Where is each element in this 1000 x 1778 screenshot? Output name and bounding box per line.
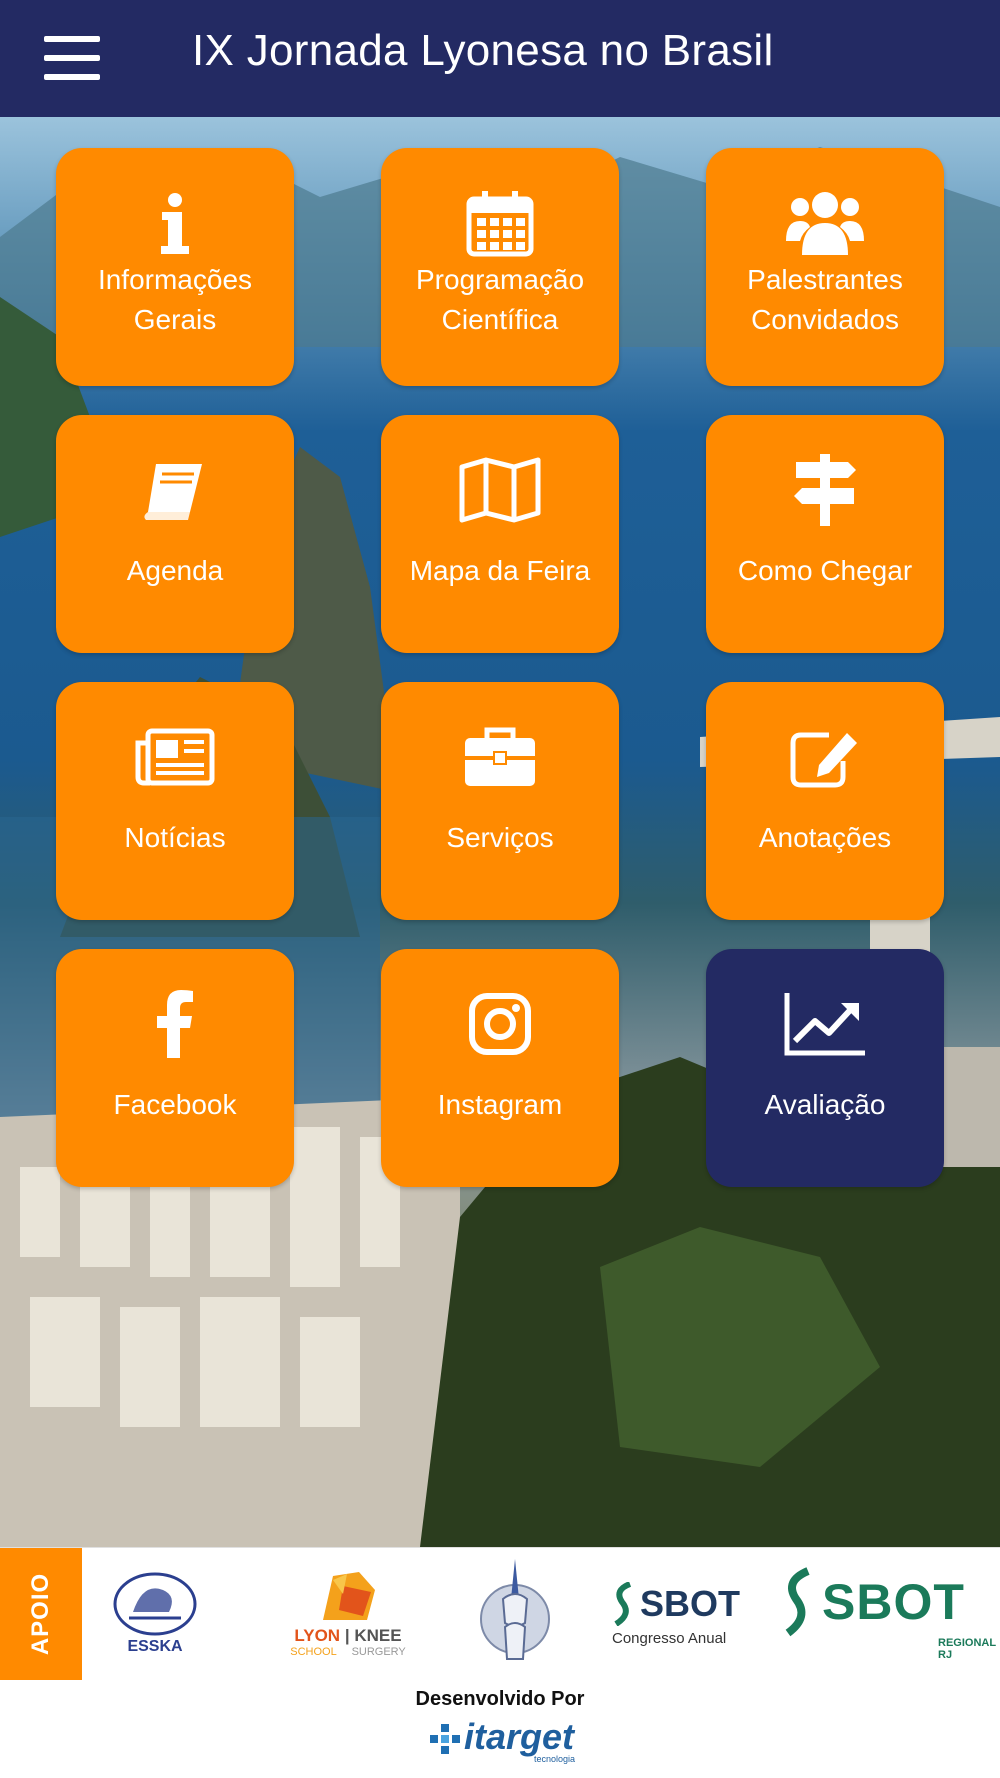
tile-label: Programação Científica (415, 264, 585, 335)
tile-anotacoes[interactable]: Anotações (706, 682, 944, 920)
sbot-swoosh-icon (785, 1567, 810, 1637)
tile-label: Anotações (758, 822, 892, 853)
tile-label: Informações Gerais (97, 264, 253, 335)
tile-label: Palestrantes Convidados (747, 264, 903, 335)
edit-icon (706, 720, 944, 794)
tile-label: Avaliação (764, 1089, 886, 1120)
lion-head-icon (323, 1572, 375, 1620)
logo-lyon-school[interactable]: LYON | KNEE SCHOOL SURGERY (268, 1556, 428, 1672)
tile-label: Serviços (446, 822, 554, 853)
map-icon (381, 453, 619, 527)
logo-sbot-regional[interactable]: SBOT REGIONAL RJ (782, 1556, 996, 1672)
tile-label: Notícias (124, 822, 226, 853)
tile-servicos[interactable]: Serviços (381, 682, 619, 920)
tile-como-chegar[interactable]: Como Chegar (706, 415, 944, 653)
tile-programacao-cientifica[interactable]: Programação Científica (381, 148, 619, 386)
hamburger-menu-icon[interactable] (38, 32, 108, 84)
calendar-icon (381, 186, 619, 260)
tile-avaliacao[interactable]: Avaliação (706, 949, 944, 1187)
knee-joint-icon (480, 1559, 550, 1660)
knee-text: KNEE (354, 1626, 402, 1645)
tile-facebook[interactable]: Facebook (56, 949, 294, 1187)
tile-label: Agenda (126, 555, 224, 586)
info-icon (56, 186, 294, 260)
sbot-swoosh-icon (614, 1581, 632, 1626)
itarget-symbol-icon (430, 1724, 460, 1754)
essika-emblem-icon (113, 1572, 197, 1636)
sbot-text-2: SBOT (822, 1574, 965, 1630)
signpost-icon (706, 453, 944, 527)
facebook-icon (56, 987, 294, 1061)
logo-knee-joint[interactable] (470, 1556, 560, 1672)
tile-agenda[interactable]: Agenda (56, 415, 294, 653)
book-icon (56, 453, 294, 527)
logo-essika[interactable]: ESSKA (100, 1556, 210, 1672)
sbot-regional-text: REGIONAL RJ (938, 1637, 996, 1661)
users-icon (706, 186, 944, 260)
logo-sbot-congresso[interactable]: SBOT Congresso Anual (612, 1556, 752, 1672)
apoio-tab: APOIO (0, 1548, 82, 1680)
chart-line-icon (706, 987, 944, 1061)
surgery-text: SURGERY (351, 1646, 406, 1658)
footer: Desenvolvido Por itarget tecnologia (0, 1680, 1000, 1778)
tile-label: Como Chegar (737, 555, 913, 586)
tile-label: Facebook (113, 1089, 237, 1120)
tile-palestrantes-convidados[interactable]: Palestrantes Convidados (706, 148, 944, 386)
itarget-sub-text: tecnologia (534, 1754, 576, 1764)
itarget-text: itarget (464, 1716, 575, 1757)
developed-by-text: Desenvolvido Por (415, 1688, 585, 1710)
tile-label: Mapa da Feira (409, 555, 591, 586)
sponsors-bar: APOIO ESSKA LYON | KNEE SCHOOL SURGERY S… (0, 1547, 1000, 1680)
briefcase-icon (381, 720, 619, 794)
sbot-text-1: SBOT (640, 1582, 741, 1624)
essika-text: ESSKA (127, 1638, 183, 1655)
tile-mapa-da-feira[interactable]: Mapa da Feira (381, 415, 619, 653)
app-header: IX Jornada Lyonesa no Brasil (0, 0, 1000, 117)
itarget-logo[interactable]: itarget tecnologia (430, 1716, 590, 1764)
newspaper-icon (56, 720, 294, 794)
tile-instagram[interactable]: Instagram (381, 949, 619, 1187)
apoio-label: APOIO (27, 1572, 54, 1656)
school-text: SCHOOL (290, 1646, 337, 1658)
tile-informacoes-gerais[interactable]: Informações Gerais (56, 148, 294, 386)
lyon-text: LYON (294, 1626, 341, 1645)
tile-label: Instagram (437, 1089, 563, 1120)
tile-noticias[interactable]: Notícias (56, 682, 294, 920)
page-title: IX Jornada Lyonesa no Brasil (192, 26, 774, 75)
sbot-congresso-text: Congresso Anual (612, 1629, 727, 1647)
instagram-icon (381, 987, 619, 1061)
